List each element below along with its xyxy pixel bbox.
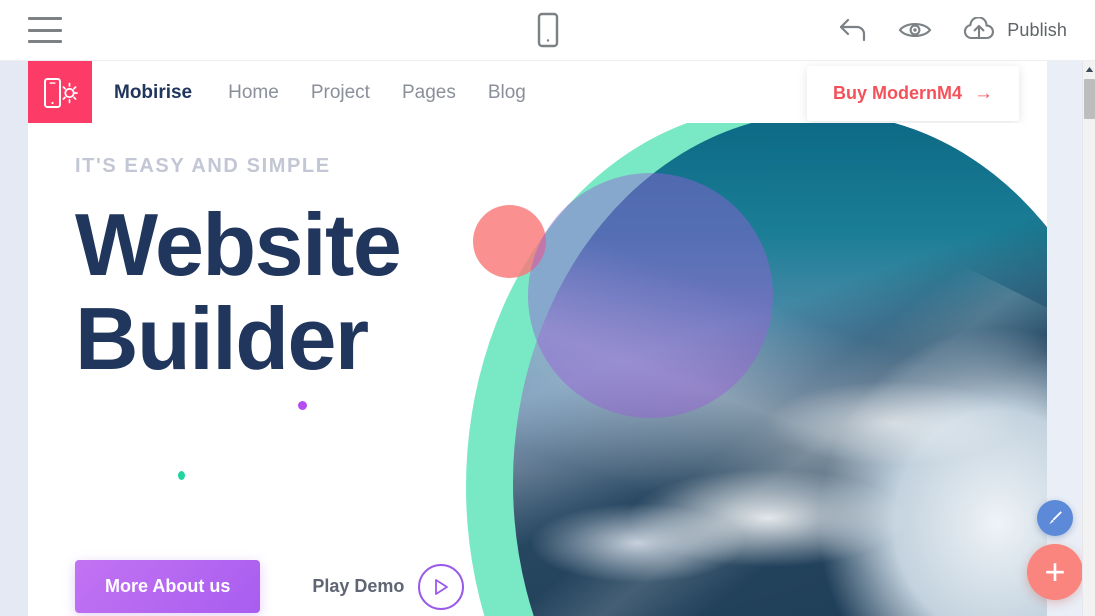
hero-section: IT'S EASY AND SIMPLE Website Builder Mor…	[28, 123, 1047, 616]
hamburger-bar	[28, 40, 62, 43]
preview-eye-icon[interactable]	[898, 18, 932, 42]
site-nav-item-home[interactable]: Home	[212, 82, 295, 104]
undo-arrow-icon[interactable]	[838, 17, 868, 43]
buy-button-label: Buy ModernM4	[832, 83, 962, 103]
hero-title-line-2: Builder	[75, 289, 369, 389]
eye-glyph	[898, 22, 932, 38]
site-nav-item-blog[interactable]: Blog	[472, 82, 542, 104]
publish-label: Publish	[1007, 19, 1067, 40]
play-demo-button[interactable]: Play Demo	[312, 563, 465, 610]
arrow-right-icon: →	[974, 83, 993, 104]
mobile-device-glyph	[537, 12, 558, 48]
publish-button[interactable]: Publish	[962, 17, 1067, 43]
site-nav-brand[interactable]: Mobirise	[114, 82, 212, 104]
vertical-scrollbar[interactable]	[1082, 61, 1095, 616]
more-about-us-button[interactable]: More About us	[75, 560, 261, 613]
toolbar-right-group: Publish	[838, 17, 1067, 43]
hamburger-bar	[28, 28, 62, 32]
hero-actions: More About us Play Demo	[75, 560, 465, 613]
hero-copy-block: IT'S EASY AND SIMPLE Website Builder	[75, 155, 495, 389]
add-block-button[interactable]: +	[1027, 544, 1083, 600]
hero-title: Website Builder	[75, 201, 495, 389]
canvas-left-gutter	[0, 61, 28, 616]
play-circle	[418, 563, 465, 610]
style-brush-button[interactable]	[1037, 500, 1073, 536]
green-dot-decoration	[178, 471, 185, 480]
purple-circle-decoration	[528, 173, 773, 418]
site-nav-links: Mobirise Home Project Pages Blog	[92, 61, 542, 125]
undo-glyph	[840, 18, 866, 42]
scrollbar-thumb[interactable]	[1083, 79, 1095, 119]
site-logo[interactable]	[28, 61, 92, 125]
mobile-device-icon[interactable]	[537, 12, 559, 48]
cloud-upload-icon	[964, 17, 995, 40]
site-nav-item-pages[interactable]: Pages	[386, 82, 472, 104]
plus-icon: +	[1044, 551, 1066, 592]
buy-modernm4-button[interactable]: Buy ModernM4 →	[806, 66, 1019, 121]
toolbar-left-group	[0, 17, 62, 43]
scroll-up-glyph	[1085, 66, 1093, 72]
play-demo-label: Play Demo	[312, 576, 405, 596]
paintbrush-icon	[1049, 511, 1062, 525]
hamburger-bar	[28, 17, 62, 20]
mobirise-phone-sun-icon	[44, 78, 78, 108]
play-triangle-icon	[435, 578, 449, 595]
purple-dot-decoration	[298, 401, 307, 410]
hero-image-stage	[438, 123, 1047, 616]
app-toolbar: Publish	[0, 0, 1095, 61]
hero-eyebrow: IT'S EASY AND SIMPLE	[75, 155, 331, 177]
site-navbar: Mobirise Home Project Pages Blog Buy Mod…	[28, 61, 1047, 125]
page-canvas: Mobirise Home Project Pages Blog Buy Mod…	[28, 61, 1047, 616]
mobirise-app-window: Publish Mobirise Home Project Pages Blog…	[0, 0, 1095, 616]
hamburger-menu-icon[interactable]	[28, 17, 62, 43]
hero-title-line-1: Website	[75, 195, 402, 294]
scroll-up-arrow-icon[interactable]	[1083, 61, 1095, 77]
site-nav-item-project[interactable]: Project	[295, 82, 386, 104]
